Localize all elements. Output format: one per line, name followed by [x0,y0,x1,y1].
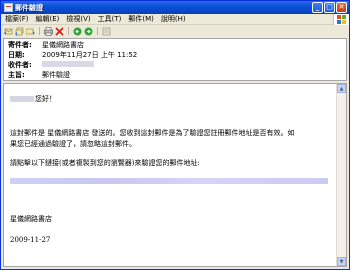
to-row: 收件者: [8,60,94,70]
greeting-text: 您好！ [35,95,56,103]
body-paragraph-line-2: 果您已經通過驗證了，請忽略這封郵件。 [10,140,136,148]
from-value: 星儀網路書店 [42,41,84,49]
scroll-down-icon[interactable]: ▼ [337,257,346,266]
toolbar [1,25,349,37]
to-label: 收件者: [8,61,32,69]
toolbar-separator [68,27,69,35]
to-value [42,61,94,69]
minimize-button[interactable]: _ [312,2,323,13]
close-button[interactable]: ✕ [336,2,347,13]
mail-icon [4,3,13,12]
body-paragraph-line-1: 這封郵件是 星儀網路書店 發送的。您收到這封郵件是為了驗證您註冊郵件地址是否有效… [10,129,295,137]
subject-label: 主旨: [8,71,25,79]
title-bar[interactable]: 郵件驗證 _ □ ✕ [1,1,349,14]
reply-icon[interactable] [4,27,13,36]
from-row: 寄件者: 星儀網路書店 [8,40,84,50]
menu-message[interactable]: 郵件(M) [128,14,154,24]
vertical-scrollbar[interactable]: ▲ ▼ [336,84,346,266]
previous-icon[interactable] [73,27,82,36]
window-controls: _ □ ✕ [312,2,347,13]
window-title: 郵件驗證 [15,3,43,12]
verify-instruction: 請點擊以下鏈接(或者複製到您的瀏覽器)來驗證您的郵件地址: [10,159,200,167]
menu-bar: 檔案(F) 編輯(E) 檢視(V) 工具(T) 郵件(M) 說明(H) [1,14,349,25]
delete-icon[interactable] [55,27,64,36]
windows-logo-icon [333,14,349,25]
redacted-username [10,96,34,102]
message-header: 寄件者: 星儀網路書店 日期: 2009年11月27日 上午 11:52 收件者… [3,38,347,81]
menu-view[interactable]: 檢視(V) [66,14,90,24]
verification-link[interactable] [10,178,328,184]
signature-date: 2009-11-27 [10,236,51,244]
maximize-button[interactable]: □ [324,2,335,13]
next-icon[interactable] [84,27,93,36]
message-body[interactable]: 您好！ 這封郵件是 星儀網路書店 發送的。您收到這封郵件是為了驗證您註冊郵件地址… [3,83,347,267]
from-label: 寄件者: [8,41,32,49]
toolbar-separator [97,27,98,35]
scroll-up-icon[interactable]: ▲ [337,84,346,93]
date-row: 日期: 2009年11月27日 上午 11:52 [8,50,137,60]
signature: 星儀網路書店 [10,215,52,223]
menu-tools[interactable]: 工具(T) [98,14,122,24]
menu-edit[interactable]: 編輯(E) [36,14,60,24]
redacted-recipient [42,61,94,67]
reply-all-icon[interactable] [15,27,24,36]
print-icon[interactable] [44,26,53,36]
greeting-line: 您好！ [10,94,56,104]
email-window: 郵件驗證 _ □ ✕ 檔案(F) 編輯(E) 檢視(V) 工具(T) 郵件(M)… [0,0,350,270]
toolbar-separator [39,27,40,35]
subject-value: 郵件驗證 [42,71,70,79]
date-label: 日期: [8,51,25,59]
address-book-icon[interactable] [102,27,111,36]
date-value: 2009年11月27日 上午 11:52 [42,51,138,59]
forward-icon[interactable] [25,27,35,36]
menu-help[interactable]: 說明(H) [161,14,186,24]
subject-row: 主旨: 郵件驗證 [8,70,70,80]
menu-file[interactable]: 檔案(F) [5,14,29,24]
